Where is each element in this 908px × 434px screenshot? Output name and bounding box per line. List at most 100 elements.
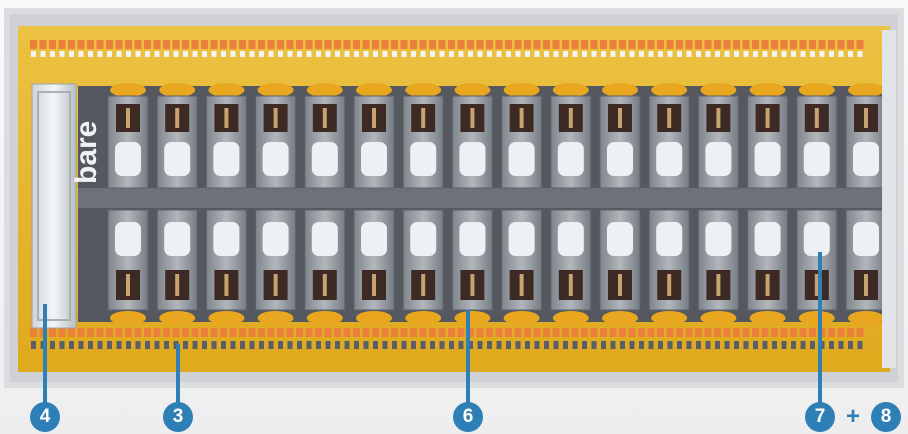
bottom-terminal-screw <box>534 341 540 349</box>
top-terminal <box>172 40 180 49</box>
bottom-terminal <box>106 328 113 337</box>
top-terminal <box>438 40 446 49</box>
bottom-terminal <box>457 328 465 337</box>
top-terminal-screw <box>515 51 521 57</box>
relay-upper-pin <box>618 108 622 128</box>
bottom-terminal-screw <box>696 341 701 349</box>
bottom-terminal-screw <box>278 341 283 349</box>
top-terminal-screw <box>810 51 815 57</box>
bottom-terminal <box>410 328 417 337</box>
relay-upper-led <box>508 142 535 176</box>
bottom-terminal-screw <box>753 341 758 349</box>
top-terminal-screw <box>667 51 673 57</box>
bottom-terminal <box>296 328 303 337</box>
top-terminal-screw <box>430 51 435 57</box>
bottom-terminal <box>619 328 626 337</box>
relay-upper-led <box>557 142 584 176</box>
relay-lower-led <box>705 222 732 256</box>
relay-cap-bottom <box>848 311 884 325</box>
bottom-terminal-screw <box>496 341 502 349</box>
relay-lower-led <box>361 222 387 256</box>
bottom-terminal-screw <box>401 341 407 349</box>
top-terminal <box>315 40 322 49</box>
top-terminal <box>799 40 807 49</box>
top-terminal <box>780 40 788 49</box>
relay-lower-pin <box>667 274 672 296</box>
top-terminal <box>761 40 769 49</box>
relay-lower-led <box>607 222 633 256</box>
bottom-terminal-screw <box>420 341 426 349</box>
top-terminal <box>723 40 731 49</box>
relay-lower-pin <box>273 274 278 296</box>
bottom-terminal <box>495 328 503 337</box>
top-terminal-screw <box>487 51 492 57</box>
bottom-terminal <box>676 328 683 337</box>
relay-upper-led <box>656 142 683 176</box>
top-terminal <box>391 40 398 49</box>
relay-upper-led <box>115 142 141 176</box>
relay-board-photo: bare <box>4 8 904 388</box>
bottom-terminal-screw <box>50 341 55 349</box>
relay-cap-bottom <box>651 311 688 325</box>
top-terminal-screw <box>525 51 530 57</box>
relay-lower-led <box>656 222 683 256</box>
bottom-terminal <box>87 328 94 337</box>
bottom-terminal-screw <box>259 341 264 349</box>
bottom-terminal-screw <box>202 341 207 349</box>
top-terminal <box>96 40 104 49</box>
relay-cap-bottom <box>454 311 491 325</box>
top-terminal-screw <box>183 51 188 57</box>
top-terminal-screw <box>629 51 635 57</box>
top-terminal <box>457 40 465 49</box>
relay-lower-pin <box>470 274 475 296</box>
bottom-terminal <box>628 328 636 337</box>
relay-upper-led <box>262 142 289 176</box>
brand-logo-text: bare <box>70 121 103 184</box>
relay-upper-pin <box>765 108 770 128</box>
bottom-terminal <box>723 328 731 337</box>
relay-cap-bottom <box>110 311 146 325</box>
top-terminal-screw <box>401 51 407 57</box>
top-terminal-screw <box>278 51 283 57</box>
top-terminal <box>714 40 721 49</box>
top-terminal-screw <box>620 51 625 57</box>
top-terminal <box>818 40 826 49</box>
top-terminal-screw <box>363 51 369 57</box>
top-terminal <box>115 40 123 49</box>
bottom-terminal <box>49 328 56 337</box>
top-terminal <box>39 40 47 49</box>
bottom-terminal <box>799 328 807 337</box>
relay-cap-top <box>110 83 146 97</box>
bottom-terminal <box>315 328 322 337</box>
top-terminal <box>733 40 740 49</box>
relay-lower-pin <box>175 274 180 296</box>
top-terminal <box>381 40 389 49</box>
bottom-terminal <box>239 328 246 337</box>
relay-cap-top <box>208 83 245 97</box>
top-terminal <box>514 40 522 49</box>
top-terminal <box>362 40 370 49</box>
relay-lower-led <box>115 222 141 256</box>
top-terminal-screw <box>154 51 160 57</box>
top-terminal <box>201 40 208 49</box>
bottom-terminal-screw <box>639 341 644 349</box>
top-terminal <box>229 40 237 49</box>
bottom-terminal <box>30 328 37 337</box>
bottom-terminal <box>856 328 864 337</box>
top-terminal <box>676 40 683 49</box>
bottom-terminal <box>372 328 379 337</box>
bottom-terminal <box>267 328 275 337</box>
relay-upper-led <box>213 142 240 176</box>
top-terminal-screw <box>50 51 55 57</box>
relay-upper-pin <box>175 108 180 128</box>
bottom-terminal-screw <box>544 341 549 349</box>
relay-cap-bottom <box>159 311 196 325</box>
top-terminal <box>495 40 503 49</box>
top-terminal-screw <box>40 51 46 57</box>
bottom-terminal <box>400 328 408 337</box>
top-terminal-screw <box>126 51 131 57</box>
bottom-terminal <box>780 328 788 337</box>
top-terminal-screw <box>819 51 825 57</box>
bottom-terminal <box>305 328 313 337</box>
top-terminal-screw <box>59 51 65 57</box>
